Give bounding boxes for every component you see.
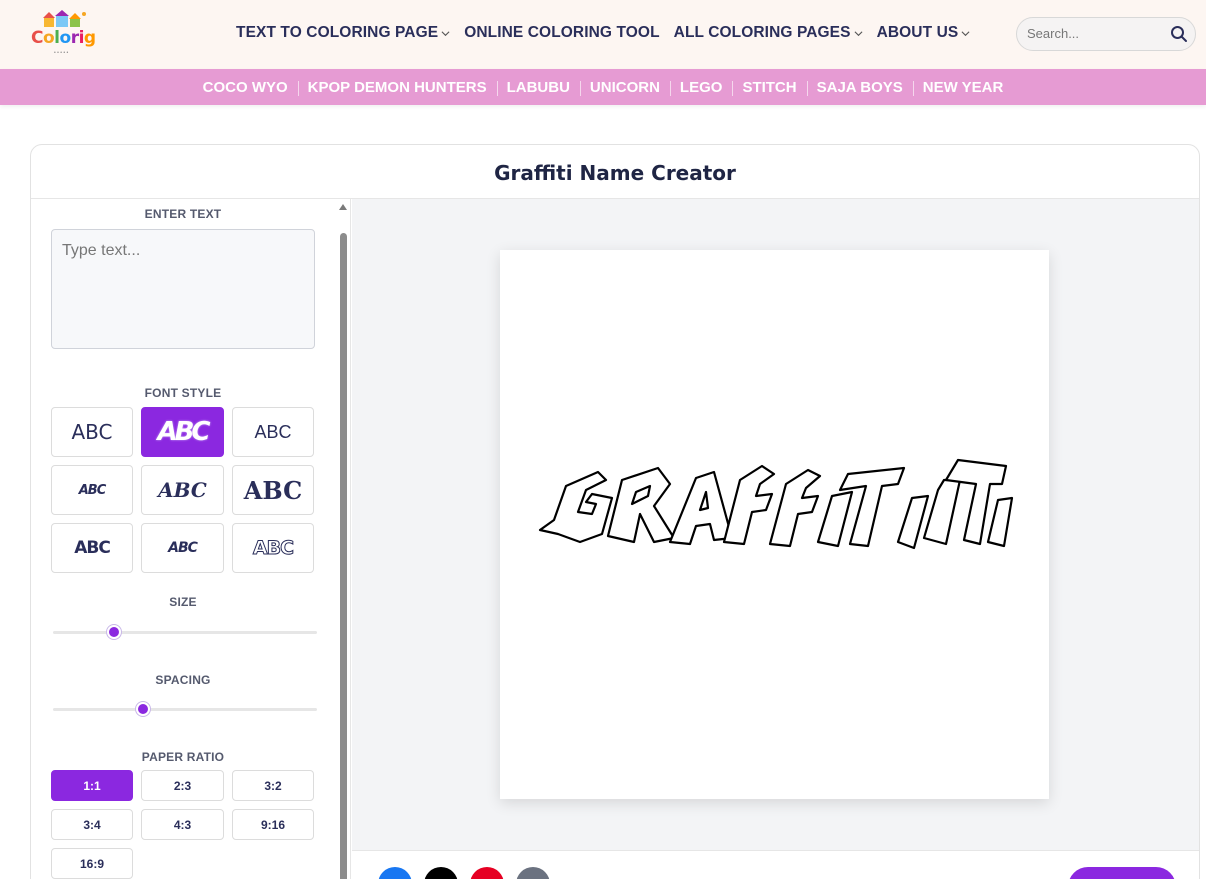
graffiti-tool-card: Graffiti Name Creator ENTER TEXT FONT ST… <box>30 144 1200 879</box>
ratio-option-selected[interactable]: 1:1 <box>51 770 133 801</box>
main-nav: TEXT TO COLORING PAGE ONLINE COLORING TO… <box>236 24 984 42</box>
font-style-option[interactable]: ABC <box>51 523 133 573</box>
panel-scrollbar[interactable] <box>337 201 349 879</box>
category-link-unicorn[interactable]: UNICORN <box>579 79 670 96</box>
ratio-option[interactable]: 4:3 <box>141 809 224 840</box>
font-style-option[interactable]: ABC <box>232 523 314 573</box>
coloring-paper <box>500 250 1049 799</box>
paper-ratio-label: PAPER RATIO <box>141 750 225 764</box>
chevron-down-icon <box>441 30 450 36</box>
paper-ratio-grid: 1:1 2:3 3:2 3:4 4:3 9:16 16:9 <box>51 770 315 879</box>
category-link-coco-wyo[interactable]: COCO WYO <box>193 79 298 96</box>
font-style-option[interactable]: ABC <box>232 465 314 515</box>
enter-text-label: ENTER TEXT <box>144 207 222 221</box>
text-input[interactable] <box>51 229 315 349</box>
category-link-lego[interactable]: LEGO <box>669 79 733 96</box>
nav-label: TEXT TO COLORING PAGE <box>236 24 439 41</box>
nav-label: ONLINE COLORING TOOL <box>464 24 660 41</box>
nav-text-to-coloring-page[interactable]: TEXT TO COLORING PAGE <box>236 24 450 42</box>
spacing-slider[interactable] <box>53 702 317 716</box>
font-style-option-selected[interactable]: ABC <box>141 407 224 457</box>
preview-area <box>352 199 1199 850</box>
download-button[interactable] <box>1068 867 1176 879</box>
font-style-label: FONT STYLE <box>144 386 222 400</box>
graffiti-text-preview <box>538 458 1014 550</box>
size-slider[interactable] <box>53 625 317 639</box>
nav-all-coloring-pages[interactable]: ALL COLORING PAGES <box>674 24 863 42</box>
chevron-down-icon <box>961 30 970 36</box>
site-header: Colorig • • • • • TEXT TO COLORING PAGE … <box>0 0 1206 69</box>
ratio-option[interactable]: 3:4 <box>51 809 133 840</box>
share-pinterest-icon[interactable] <box>470 867 504 879</box>
site-logo[interactable]: Colorig • • • • • <box>28 8 104 58</box>
category-link-labubu[interactable]: LABUBU <box>496 79 580 96</box>
logo-houses-icon <box>43 10 86 27</box>
chevron-down-icon <box>854 30 863 36</box>
font-style-option[interactable]: ABC <box>232 407 314 457</box>
nav-label: ALL COLORING PAGES <box>673 24 851 41</box>
search-box <box>1016 17 1196 51</box>
ratio-option[interactable]: 9:16 <box>232 809 314 840</box>
scrollbar-thumb[interactable] <box>340 233 347 879</box>
spacing-slider-thumb[interactable] <box>135 702 150 716</box>
category-link-kpop-demon-hunters[interactable]: KPOP DEMON HUNTERS <box>297 79 497 96</box>
font-style-option[interactable]: ABC <box>141 523 224 573</box>
category-link-new-year[interactable]: NEW YEAR <box>912 79 1014 96</box>
font-style-option[interactable]: ABC <box>51 407 133 457</box>
tool-title: Graffiti Name Creator <box>31 145 1199 199</box>
nav-label: ABOUT US <box>876 24 959 41</box>
nav-online-coloring-tool[interactable]: ONLINE COLORING TOOL <box>464 24 659 42</box>
spacing-label: SPACING <box>155 673 211 687</box>
action-bar <box>352 850 1199 879</box>
category-link-saja-boys[interactable]: SAJA BOYS <box>806 79 913 96</box>
ratio-option[interactable]: 16:9 <box>51 848 133 879</box>
size-label: SIZE <box>169 595 197 609</box>
font-style-option[interactable]: ABC <box>51 465 133 515</box>
search-input[interactable] <box>1027 26 1157 41</box>
logo-text: Colorig <box>31 28 96 48</box>
search-icon[interactable] <box>1170 25 1188 43</box>
share-x-icon[interactable] <box>424 867 458 879</box>
font-style-option[interactable]: ABC <box>141 465 224 515</box>
category-link-stitch[interactable]: STITCH <box>732 79 806 96</box>
settings-panel: ENTER TEXT FONT STYLE ABC ABC ABC ABC AB… <box>31 199 351 879</box>
nav-about-us[interactable]: ABOUT US <box>877 24 971 42</box>
logo-tagline: • • • • • <box>54 50 69 56</box>
category-bar: COCO WYO KPOP DEMON HUNTERS LABUBU UNICO… <box>0 69 1206 105</box>
share-link-icon[interactable] <box>516 867 550 879</box>
font-style-grid: ABC ABC ABC ABC ABC ABC ABC ABC ABC <box>51 407 315 573</box>
ratio-option[interactable]: 3:2 <box>232 770 314 801</box>
size-slider-thumb[interactable] <box>106 625 121 639</box>
ratio-option[interactable]: 2:3 <box>141 770 224 801</box>
scroll-up-arrow-icon[interactable] <box>339 204 347 210</box>
share-facebook-icon[interactable] <box>378 867 412 879</box>
